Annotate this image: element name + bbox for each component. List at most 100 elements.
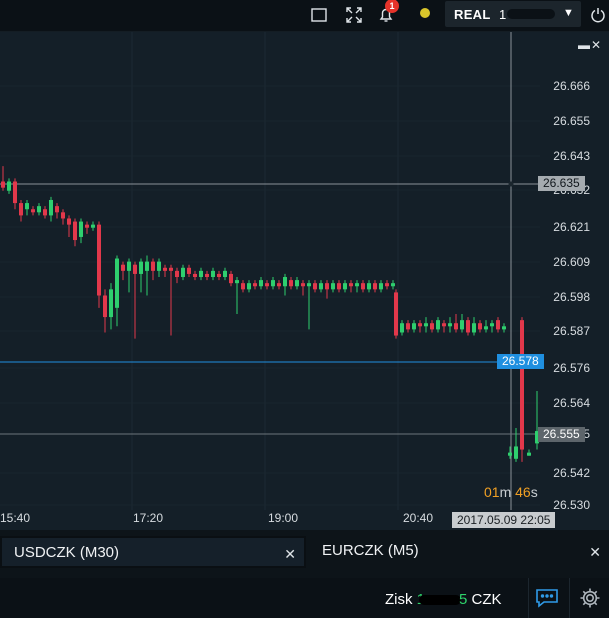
candle-body	[520, 320, 524, 450]
candle-body	[514, 446, 518, 459]
window-icon[interactable]	[309, 5, 329, 25]
candle-body	[385, 283, 389, 287]
candle-body	[217, 273, 221, 278]
candle-body	[145, 261, 149, 271]
account-number: 1	[499, 7, 507, 22]
candle-countdown: 01m 46s	[484, 484, 538, 500]
candle-body	[37, 206, 41, 213]
candle-body	[367, 283, 371, 290]
candle-body	[253, 283, 257, 287]
tab-usdczk[interactable]: USDCZK (M30) ✕	[0, 536, 306, 568]
candle-body	[61, 212, 65, 219]
candle-body	[73, 221, 77, 241]
candle-body	[151, 261, 155, 271]
account-selector[interactable]: REAL 1 ▼	[445, 1, 581, 27]
gear-icon[interactable]	[579, 587, 601, 614]
candle-body	[79, 221, 83, 237]
candle-body	[1, 181, 5, 188]
candle-body	[121, 264, 125, 271]
top-bar: 1 REAL 1 ▼	[0, 0, 609, 32]
candle-body	[289, 280, 293, 287]
y-tick-label: 26.598	[553, 290, 590, 304]
countdown-minutes: 01	[484, 484, 500, 500]
tab-eurczk[interactable]: EURCZK (M5) ✕	[310, 536, 609, 568]
profit-value-suffix: 5	[459, 591, 468, 608]
candle-body	[295, 280, 299, 287]
candle-body	[259, 280, 263, 287]
candle-body	[175, 270, 179, 278]
candle-body	[307, 283, 311, 287]
candle-body	[193, 273, 197, 278]
candle-body	[412, 323, 416, 330]
current-price-label: 26.578	[497, 354, 544, 369]
candle-body	[67, 218, 71, 225]
candle-body	[187, 267, 191, 274]
candle-body	[13, 181, 17, 204]
candle-body	[25, 203, 29, 210]
profit-currency: CZK	[471, 591, 502, 608]
candle-body	[355, 283, 359, 287]
y-tick-label: 26.587	[553, 324, 590, 338]
last-price-label: 26.555	[538, 427, 585, 442]
candle-body	[331, 283, 335, 290]
tab-label: EURCZK (M5)	[322, 542, 419, 559]
candle-body	[223, 270, 227, 278]
candle-body	[436, 320, 440, 330]
candle-body	[157, 261, 161, 271]
minimize-icon[interactable]: ▬	[578, 38, 590, 52]
divider	[569, 578, 570, 618]
candle-body	[343, 283, 347, 290]
candle-body	[49, 199, 53, 216]
candle-body	[109, 289, 113, 318]
candle-body	[43, 209, 47, 216]
close-icon[interactable]: ✕	[591, 38, 601, 52]
candle-body	[169, 267, 173, 271]
tab-label: USDCZK (M30)	[14, 544, 120, 561]
y-tick-label: 26.621	[553, 220, 590, 234]
candle-body	[472, 323, 476, 333]
candle-body	[424, 323, 428, 327]
candle-body	[115, 258, 119, 308]
y-tick-label: 26.643	[553, 149, 590, 163]
power-icon[interactable]	[588, 5, 608, 25]
candle-body	[31, 209, 35, 213]
candle-body	[478, 323, 482, 330]
candle-body	[103, 295, 107, 318]
candle-body	[373, 283, 377, 290]
chevron-down-icon: ▼	[563, 7, 574, 19]
chat-icon[interactable]	[535, 587, 559, 614]
candle-body	[205, 273, 209, 278]
account-type: REAL	[454, 7, 491, 22]
crosshair-center	[508, 181, 514, 187]
candle-body	[325, 283, 329, 290]
y-tick-label: 26.564	[553, 396, 590, 410]
price-chart[interactable]: 26.66626.65526.64326.63226.62126.60926.5…	[0, 32, 609, 530]
x-tick-label: 19:00	[268, 511, 298, 525]
candle-body	[394, 292, 398, 336]
candle-body	[418, 323, 422, 327]
candle-body	[448, 323, 452, 327]
y-tick-label: 26.530	[553, 498, 590, 512]
candle-body	[319, 283, 323, 290]
candle-body	[466, 320, 470, 333]
crosshair-time-label: 2017.05.09 22:05	[452, 512, 556, 528]
candle-body	[265, 283, 269, 287]
candle-body	[430, 323, 434, 330]
close-icon[interactable]: ✕	[284, 546, 296, 563]
candle-body	[527, 452, 531, 456]
candle-body	[19, 203, 23, 216]
profit-label: Zisk	[385, 591, 413, 608]
candle-body	[229, 273, 233, 284]
candle-body	[91, 224, 95, 228]
fullscreen-icon[interactable]	[344, 5, 364, 25]
y-tick-label: 26.655	[553, 114, 590, 128]
y-tick-label: 26.609	[553, 255, 590, 269]
candle-body	[484, 326, 488, 330]
close-icon[interactable]: ✕	[589, 544, 601, 561]
account-number-redaction	[507, 9, 555, 19]
y-tick-label: 26.666	[553, 79, 590, 93]
x-tick-label: 20:40	[403, 511, 433, 525]
candle-body	[241, 283, 245, 290]
profit-redaction	[419, 595, 462, 606]
chart-tab-bar: USDCZK (M30) ✕ EURCZK (M5) ✕	[0, 536, 609, 570]
